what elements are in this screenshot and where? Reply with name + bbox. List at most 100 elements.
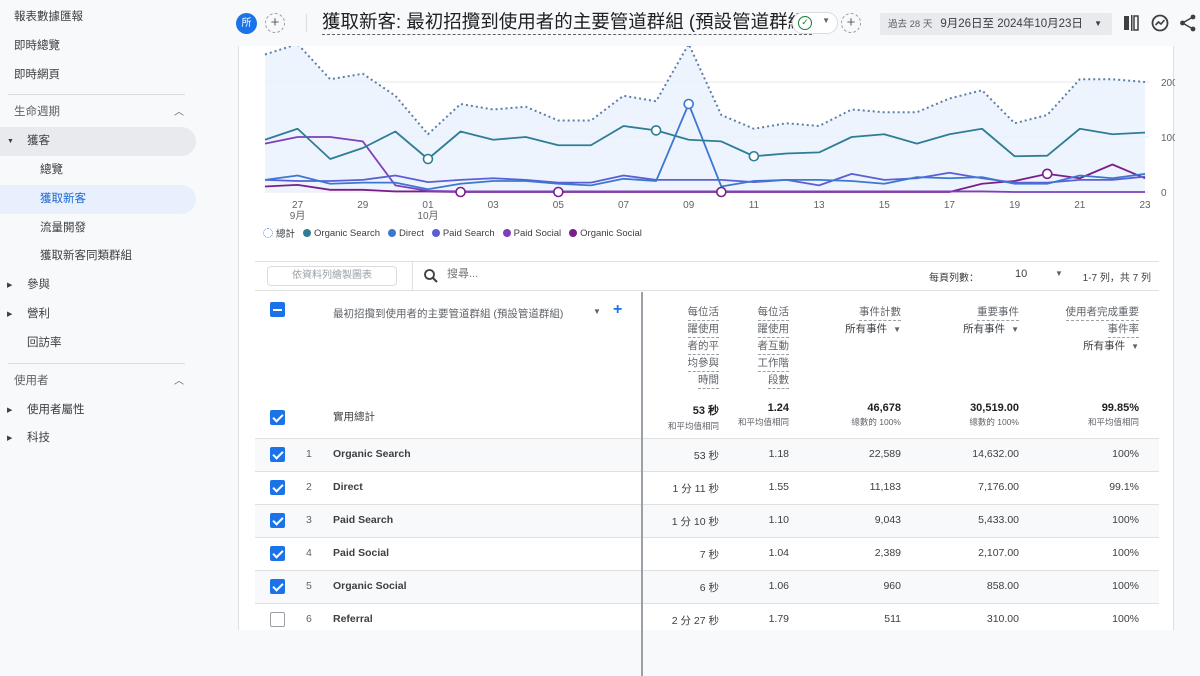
sidebar-item-traffic-acquisition[interactable]: 流量開發	[0, 214, 196, 243]
sidebar-item-realtime-pages[interactable]: 即時網頁	[0, 61, 196, 90]
sidebar-item-monetization[interactable]: ▶ 營利	[0, 300, 196, 329]
column-header-key-events[interactable]: 重要事件 所有事件 ▼	[919, 304, 1019, 338]
legend-item-direct[interactable]: Direct	[388, 228, 424, 239]
data-point-marker[interactable]	[553, 186, 564, 198]
segment-badge-all-users[interactable]: 所	[236, 13, 257, 34]
section-label: 使用者	[14, 375, 49, 387]
channel-group-name[interactable]: Direct	[333, 481, 363, 493]
header-line: 每位活	[687, 304, 719, 321]
row-checkbox[interactable]	[270, 447, 285, 462]
share-icon[interactable]	[1177, 12, 1199, 34]
rows-per-page-select[interactable]: 10	[1015, 268, 1027, 280]
sidebar-item-retention[interactable]: 回訪率	[0, 329, 196, 358]
cell-avg-engagement-time: 1 分 11 秒	[672, 483, 720, 495]
legend-item-paid-search[interactable]: Paid Search	[431, 228, 495, 239]
row-checkbox[interactable]	[270, 612, 285, 627]
cell-key-event-rate: 100%	[1112, 547, 1139, 559]
cell-key-events: 14,632.00	[972, 448, 1019, 460]
data-point-marker[interactable]	[715, 186, 727, 198]
channel-group-name[interactable]: Organic Social	[333, 580, 407, 592]
sidebar-item-tech[interactable]: ▶ 科技	[0, 424, 196, 453]
insights-icon[interactable]	[1149, 12, 1171, 34]
sidebar-item-label: 總覽	[40, 164, 63, 176]
total-sub: 和平均值相同	[667, 421, 719, 431]
data-point-marker[interactable]	[422, 153, 434, 165]
column-header-key-event-rate[interactable]: 使用者完成重要 事件率 所有事件 ▼	[1029, 304, 1139, 355]
total-sub: 和平均值相同	[737, 417, 789, 427]
dimension-header[interactable]: 最初招攬到使用者的主要管道群組 (預設管道群組)	[333, 306, 563, 321]
data-point-marker[interactable]	[748, 150, 760, 162]
channel-group-name[interactable]: Organic Search	[333, 448, 411, 460]
sidebar-item-overview[interactable]: 總覽	[0, 156, 196, 185]
legend-label: Organic Search	[314, 227, 381, 239]
row-checkbox[interactable]	[270, 480, 285, 495]
channel-group-name[interactable]: Paid Search	[333, 514, 393, 526]
data-point-marker[interactable]	[683, 98, 695, 110]
date-range-picker[interactable]: 過去 28 天 9月26日至 2024年10月23日 ▼	[880, 13, 1112, 35]
select-all-checkbox[interactable]	[270, 302, 285, 317]
page-title[interactable]: 獲取新客: 最初招攬到使用者的主要管道群組 (預設管道群組)	[322, 10, 813, 35]
sidebar-item-acquisition[interactable]: ▼ 獲客	[0, 127, 196, 156]
total-key-events: 30,519.00 總數的 100%	[969, 402, 1019, 428]
legend-item-paid-social[interactable]: Paid Social	[502, 228, 561, 239]
sidebar-section-user[interactable]: 使用者 ︿	[0, 367, 196, 396]
add-dimension-button[interactable]: +	[613, 301, 622, 319]
dropdown-arrow-icon[interactable]: ▼	[1055, 269, 1063, 278]
table-search-input[interactable]	[447, 268, 647, 280]
sidebar-item-label: 營利	[27, 308, 50, 320]
table-row[interactable]: 2 Direct 1 分 11 秒 1.55 11,183 7,176.00 99.1%	[255, 471, 1159, 504]
add-filter-button[interactable]: +	[841, 13, 861, 33]
column-header-event-count[interactable]: 事件計數 所有事件 ▼	[801, 304, 901, 338]
report-status-button[interactable]: ✓ ▼	[792, 12, 838, 34]
data-point-marker[interactable]	[455, 186, 466, 198]
dropdown-arrow-icon[interactable]: ▼	[593, 307, 601, 316]
sidebar-item-label: 報表數據匯報	[14, 11, 83, 23]
total-sub: 總數的 100%	[969, 417, 1019, 427]
column-header-avg-engagement-time[interactable]: 每位活 躍使用 者的平 均參與 時間	[659, 304, 719, 389]
event-filter-select[interactable]: 所有事件 ▼	[963, 323, 1019, 335]
sidebar-item-reports-snapshot[interactable]: 報表數據匯報	[0, 3, 196, 32]
plot-rows-button[interactable]: 依資料列繪製圖表	[267, 266, 397, 286]
sidebar-item-user-acquisition[interactable]: 獲取新客	[0, 185, 196, 214]
table-row[interactable]: 5 Organic Social 6 秒 1.06 960 858.00 100%	[255, 570, 1159, 603]
total-value: 46,678	[867, 402, 901, 414]
event-filter-select[interactable]: 所有事件 ▼	[845, 323, 901, 335]
event-filter-label: 所有事件	[963, 323, 1006, 335]
table-row[interactable]: 4 Paid Social 7 秒 1.04 2,389 2,107.00 100%	[255, 537, 1159, 570]
row-checkbox[interactable]	[270, 546, 285, 561]
sidebar-item-realtime-overview[interactable]: 即時總覽	[0, 32, 196, 61]
row-checkbox[interactable]	[270, 513, 285, 528]
column-header-engaged-sessions[interactable]: 每位活 躍使用 者互動 工作階 段數	[729, 304, 789, 389]
date-range-preset: 過去 28 天	[888, 19, 933, 30]
event-filter-select[interactable]: 所有事件 ▼	[1083, 340, 1139, 352]
x-tick-label: 15	[879, 200, 891, 211]
sidebar-section-lifecycle[interactable]: 生命週期 ︿	[0, 98, 196, 127]
legend-item-organic-search[interactable]: Organic Search	[303, 228, 380, 239]
channel-group-name[interactable]: Paid Social	[333, 547, 389, 559]
data-point-marker[interactable]	[1041, 168, 1053, 180]
legend-swatch	[431, 229, 440, 237]
totals-checkbox[interactable]	[270, 410, 285, 425]
header-line: 事件率	[1107, 321, 1139, 338]
customize-report-icon[interactable]	[1120, 12, 1142, 34]
sidebar-item-engagement[interactable]: ▶ 參與	[0, 271, 196, 300]
channel-group-name[interactable]: Referral	[333, 613, 373, 625]
table-row[interactable]: 1 Organic Search 53 秒 1.18 22,589 14,632.00 10…	[255, 438, 1159, 471]
legend-item-total[interactable]: 總計	[263, 226, 295, 240]
sidebar-item-acquisition-cohort[interactable]: 獲取新客同類群組	[0, 242, 196, 271]
header-line: 事件計數	[859, 304, 901, 321]
total-engaged-sessions: 1.24 和平均值相同	[738, 402, 789, 428]
table-row[interactable]: 3 Paid Search 1 分 10 秒 1.10 9,043 5,433.00 100…	[255, 504, 1159, 537]
event-filter-label: 所有事件	[1083, 340, 1126, 352]
add-comparison-button[interactable]: +	[265, 13, 285, 33]
cell-key-event-rate: 100%	[1112, 514, 1139, 526]
line-chart[interactable]: 0 100 200 279月 29 0110月 03 05 07 09 11 13 15 17 19 21 23	[239, 46, 1175, 224]
table-row[interactable]: 6 Referral 2 分 27 秒 1.79 511 310.00 100%	[255, 603, 1159, 636]
cell-event-count: 2,389	[874, 547, 901, 559]
caret-right-icon: ▶	[7, 311, 13, 318]
legend-item-organic-social[interactable]: Organic Social	[569, 228, 642, 239]
data-point-marker[interactable]	[650, 125, 662, 136]
sidebar-item-user-attributes[interactable]: ▶ 使用者屬性	[0, 396, 196, 425]
row-checkbox[interactable]	[270, 579, 285, 594]
search-icon	[424, 269, 438, 283]
